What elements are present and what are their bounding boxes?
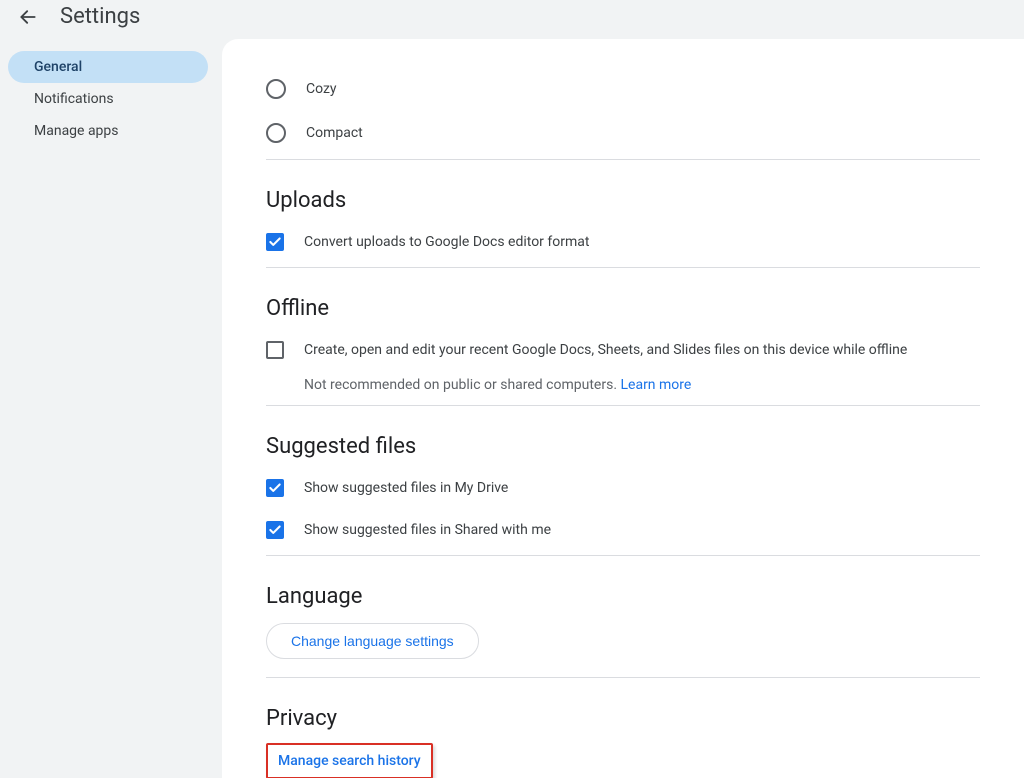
density-label: Cozy — [306, 81, 337, 97]
offline-enable-row[interactable]: Create, open and edit your recent Google… — [266, 329, 980, 371]
highlight-box: Manage search history — [266, 743, 433, 778]
offline-note: Not recommended on public or shared comp… — [304, 377, 980, 393]
section-title-suggested: Suggested files — [266, 434, 980, 459]
section-title-privacy: Privacy — [266, 706, 980, 731]
sidebar: General Notifications Manage apps — [0, 39, 216, 778]
sidebar-item-notifications[interactable]: Notifications — [8, 83, 208, 115]
page-title: Settings — [60, 4, 140, 29]
sidebar-item-label: General — [34, 59, 82, 75]
topbar: Settings — [0, 0, 1024, 39]
radio-icon[interactable] — [266, 79, 286, 99]
checkbox-icon[interactable] — [266, 479, 284, 497]
divider — [266, 405, 980, 406]
sidebar-item-label: Notifications — [34, 91, 114, 107]
density-option-cozy[interactable]: Cozy — [266, 67, 980, 111]
uploads-convert-label: Convert uploads to Google Docs editor fo… — [304, 234, 589, 250]
back-arrow-icon[interactable] — [16, 5, 40, 29]
density-option-compact[interactable]: Compact — [266, 111, 980, 155]
suggested-mydrive-label: Show suggested files in My Drive — [304, 480, 508, 496]
checkbox-icon[interactable] — [266, 521, 284, 539]
sidebar-item-manage-apps[interactable]: Manage apps — [8, 115, 208, 147]
checkbox-icon[interactable] — [266, 341, 284, 359]
offline-enable-label: Create, open and edit your recent Google… — [304, 342, 907, 358]
divider — [266, 555, 980, 556]
sidebar-item-general[interactable]: General — [8, 51, 208, 83]
uploads-convert-row[interactable]: Convert uploads to Google Docs editor fo… — [266, 221, 980, 263]
suggested-shared-row[interactable]: Show suggested files in Shared with me — [266, 509, 980, 551]
radio-icon[interactable] — [266, 123, 286, 143]
section-title-offline: Offline — [266, 296, 980, 321]
offline-note-text: Not recommended on public or shared comp… — [304, 377, 620, 393]
checkbox-icon[interactable] — [266, 233, 284, 251]
section-title-language: Language — [266, 584, 980, 609]
sidebar-item-label: Manage apps — [34, 123, 119, 139]
divider — [266, 159, 980, 160]
divider — [266, 677, 980, 678]
learn-more-link[interactable]: Learn more — [620, 377, 691, 393]
divider — [266, 267, 980, 268]
suggested-shared-label: Show suggested files in Shared with me — [304, 522, 551, 538]
manage-search-history-link[interactable]: Manage search history — [268, 745, 431, 777]
change-language-button[interactable]: Change language settings — [266, 623, 479, 659]
content-panel: Cozy Compact Uploads Convert uploads to … — [222, 39, 1024, 778]
section-title-uploads: Uploads — [266, 188, 980, 213]
suggested-mydrive-row[interactable]: Show suggested files in My Drive — [266, 467, 980, 509]
density-label: Compact — [306, 125, 363, 141]
